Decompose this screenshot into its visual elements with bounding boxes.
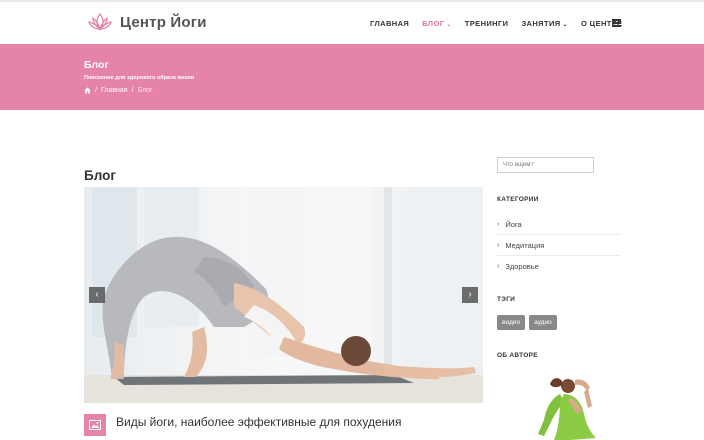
category-label: Йога — [505, 219, 522, 229]
breadcrumb-current: Блог — [137, 87, 153, 94]
post-title-link[interactable]: Виды йоги, наиболее эффективные для поху… — [116, 415, 402, 429]
logo-text: Центр Йоги — [120, 13, 207, 31]
breadcrumb-home[interactable]: Главная — [101, 87, 128, 94]
breadcrumb-separator: / — [95, 87, 97, 94]
tag-cloud: видео аудио — [497, 315, 561, 330]
chevron-right-icon: › — [497, 241, 500, 249]
chevron-down-icon: ⌄ — [562, 22, 568, 28]
nav-home[interactable]: ГЛАВНАЯ — [370, 19, 409, 28]
tags-heading: ТЭГИ — [497, 296, 516, 303]
categories-heading: КАТЕГОРИИ — [497, 196, 539, 203]
nav-classes[interactable]: ЗАНЯТИЯ ⌄ — [521, 19, 568, 28]
site-logo[interactable]: Центр Йоги — [87, 11, 207, 33]
chevron-right-icon[interactable]: › — [462, 287, 478, 303]
tag-video[interactable]: видео — [497, 315, 526, 330]
tag-audio[interactable]: аудио — [529, 315, 557, 330]
banner-subtitle: Пояснение для здорового образа жизни — [84, 75, 195, 81]
chevron-left-icon[interactable]: ‹ — [89, 287, 105, 303]
chevron-down-icon: ⌄ — [446, 22, 452, 28]
nav-classes-label: ЗАНЯТИЯ — [521, 19, 561, 28]
nav-home-label: ГЛАВНАЯ — [370, 19, 410, 28]
main-nav: ГЛАВНАЯ БЛОГ ⌄ ТРЕНИНГИ ЗАНЯТИЯ ⌄ О ЦЕНТРЕ — [370, 19, 636, 28]
lotus-icon — [88, 12, 112, 31]
image-icon — [84, 414, 106, 436]
banner-title: Блог — [84, 59, 109, 71]
nav-trainings[interactable]: ТРЕНИНГИ — [465, 19, 509, 28]
category-item-yoga[interactable]: › Йога — [497, 214, 621, 235]
home-icon[interactable] — [84, 87, 91, 94]
site-header: Центр Йоги ГЛАВНАЯ БЛОГ ⌄ ТРЕНИНГИ ЗАНЯТИ… — [0, 2, 704, 44]
search-input[interactable] — [497, 157, 594, 173]
featured-image-slider[interactable]: ‹ › — [84, 187, 483, 403]
yoga-photo — [84, 187, 483, 403]
category-label: Медитация — [505, 240, 545, 250]
category-item-meditation[interactable]: › Медитация — [497, 235, 621, 256]
page-title: Блог — [84, 168, 116, 183]
breadcrumb-separator: / — [131, 87, 134, 94]
nav-trainings-label: ТРЕНИНГИ — [464, 19, 509, 28]
about-author-heading: ОБ АВТОРЕ — [497, 352, 538, 359]
nav-blog-label: БЛОГ — [422, 19, 445, 28]
category-label: Здоровье — [505, 262, 539, 271]
category-list: › Йога › Медитация › Здоровье — [497, 214, 621, 277]
chevron-right-icon: › — [497, 263, 500, 270]
breadcrumb: / Главная / Блог — [84, 87, 153, 94]
category-item-health[interactable]: › Здоровье — [497, 256, 621, 277]
hamburger-icon[interactable] — [612, 19, 621, 27]
page-banner: Блог Пояснение для здорового образа жизн… — [0, 44, 704, 110]
author-photo — [538, 378, 596, 440]
chevron-right-icon: › — [497, 220, 500, 228]
nav-blog[interactable]: БЛОГ ⌄ — [422, 19, 452, 28]
